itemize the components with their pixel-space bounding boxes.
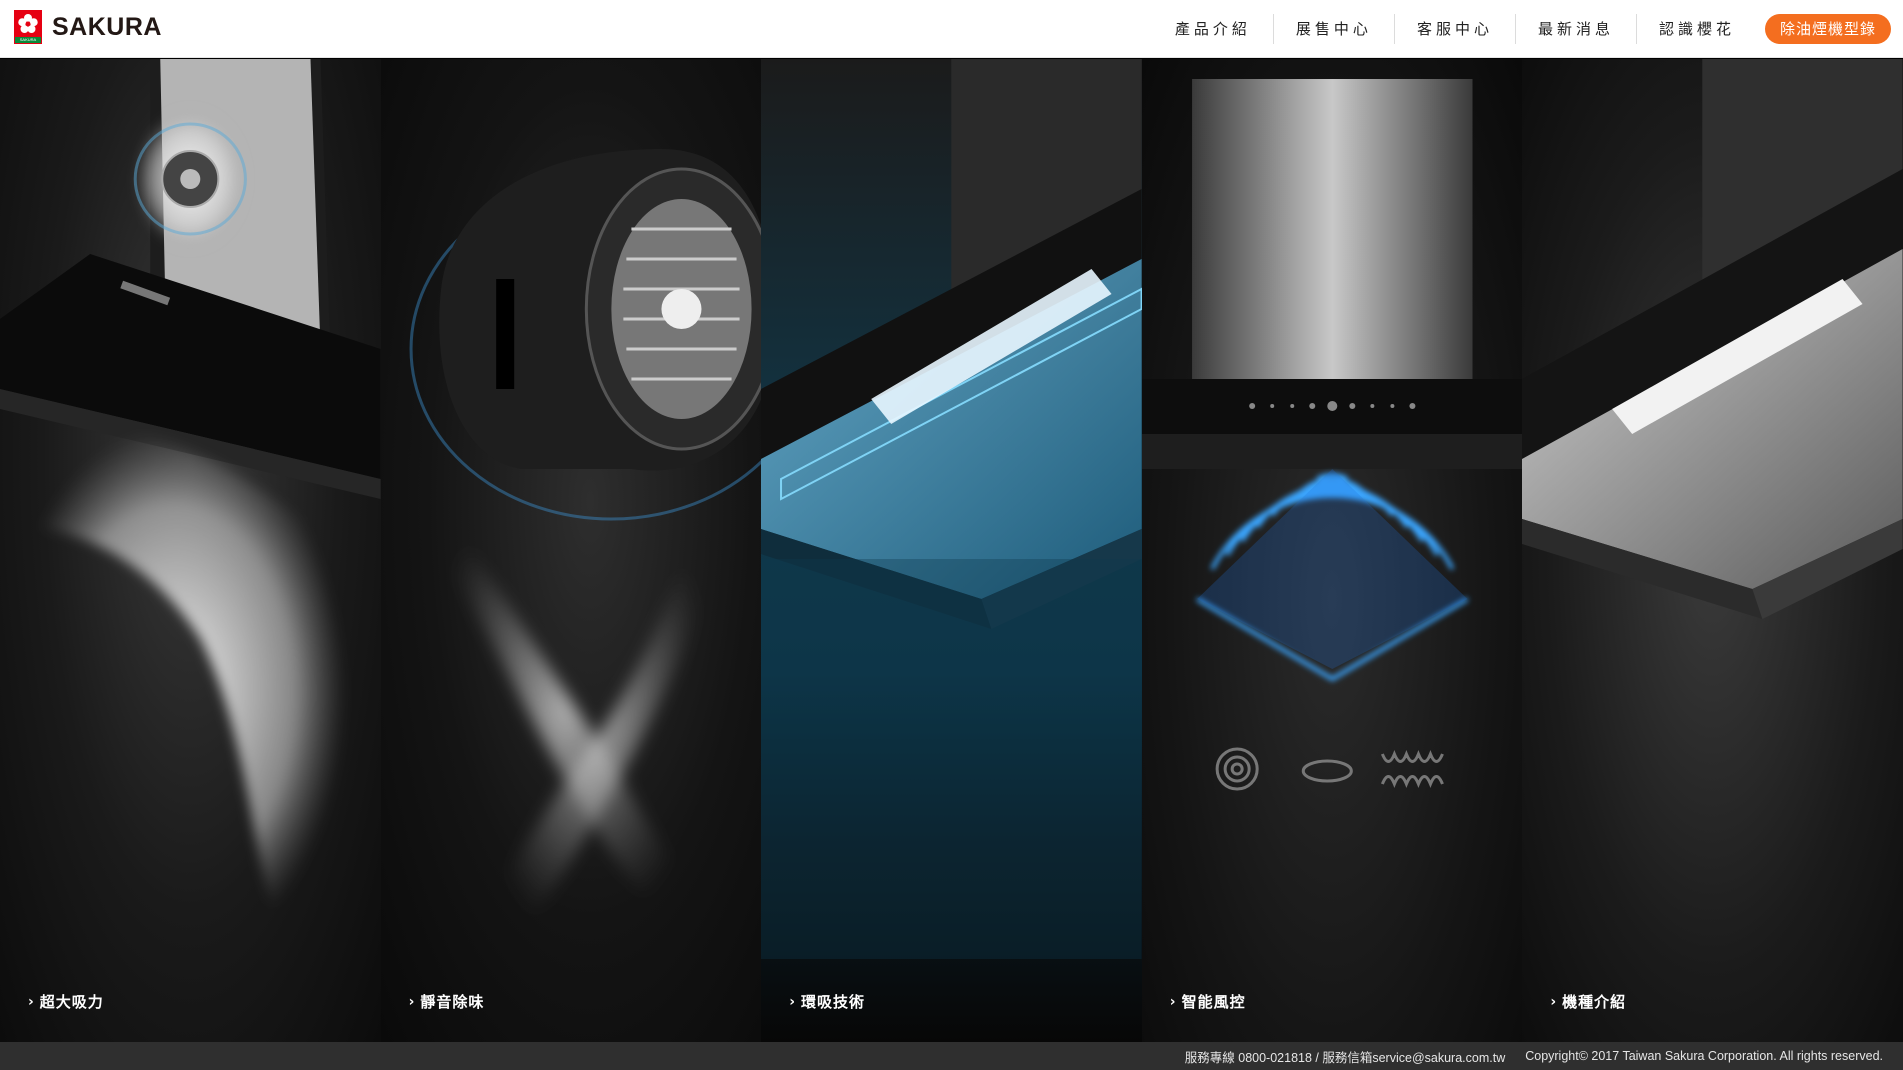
footer-copyright: Copyright© 2017 Taiwan Sakura Corporatio…: [1525, 1049, 1883, 1063]
logo-mark-text: SAKURA: [15, 37, 41, 43]
chevron-right-icon: ›: [408, 993, 416, 1010]
range-hood-suction-illustration: [0, 59, 381, 959]
site-footer: 服務專線 0800-021818 / 服務信箱service@sakura.co…: [0, 1042, 1903, 1070]
chevron-right-icon: ›: [1169, 993, 1177, 1010]
smart-sensor-illustration: [1141, 79, 1523, 791]
panel-title: 環吸技術: [800, 993, 865, 1011]
panel-label-smart[interactable]: › 智能風控: [1170, 991, 1246, 1012]
catalog-button[interactable]: 除油煙機型錄: [1764, 14, 1891, 44]
panel-models[interactable]: › 機種介紹: [1522, 59, 1903, 1042]
panel-title: 靜音除味: [420, 993, 485, 1011]
panel-perimeter-suction[interactable]: › 環吸技術: [761, 59, 1142, 1042]
range-hood-model-illustration: [1522, 59, 1903, 619]
panel-label-perimeter[interactable]: › 環吸技術: [789, 991, 865, 1012]
brand-name: SAKURA: [52, 12, 162, 41]
nav-item-showrooms[interactable]: 展售中心: [1274, 14, 1395, 44]
chevron-right-icon: ›: [28, 993, 35, 1010]
panel-label-quiet[interactable]: › 靜音除味: [409, 991, 485, 1012]
panel-label-models[interactable]: › 機種介紹: [1550, 991, 1626, 1012]
panel-quiet-deodorize[interactable]: › 靜音除味: [380, 59, 762, 1042]
nav-item-about[interactable]: 認識櫻花: [1637, 14, 1757, 44]
sakura-logo[interactable]: SAKURA SAKURA: [14, 10, 162, 44]
feature-panels: › 超大吸力 › 靜音除味 › 環吸技術 › 智能風控 › 機種介紹: [0, 59, 1903, 1042]
nav-item-products[interactable]: 產品介紹: [1153, 14, 1274, 44]
panel-suction[interactable]: › 超大吸力: [0, 59, 381, 1042]
nav-item-service[interactable]: 客服中心: [1395, 14, 1516, 44]
chevron-right-icon: ›: [1550, 993, 1558, 1010]
panel-title: 機種介紹: [1562, 993, 1627, 1011]
panel-title: 智能風控: [1181, 993, 1246, 1011]
blower-fan-illustration: [409, 149, 762, 949]
site-header: SAKURA SAKURA 產品介紹 展售中心 客服中心 最新消息 認識櫻花 除…: [0, 0, 1903, 58]
sakura-flower-icon: SAKURA: [14, 10, 42, 44]
perimeter-suction-hood-illustration: [761, 59, 1142, 959]
panel-smart-control[interactable]: › 智能風控: [1141, 59, 1523, 1042]
main-nav: 產品介紹 展售中心 客服中心 最新消息 認識櫻花 除油煙機型錄: [1153, 0, 1903, 58]
nav-item-news[interactable]: 最新消息: [1516, 14, 1637, 44]
panel-title: 超大吸力: [39, 993, 104, 1011]
chevron-right-icon: ›: [789, 993, 796, 1010]
panel-label-suction[interactable]: › 超大吸力: [28, 991, 104, 1012]
footer-contact: 服務專線 0800-021818 / 服務信箱service@sakura.co…: [1184, 1050, 1506, 1065]
